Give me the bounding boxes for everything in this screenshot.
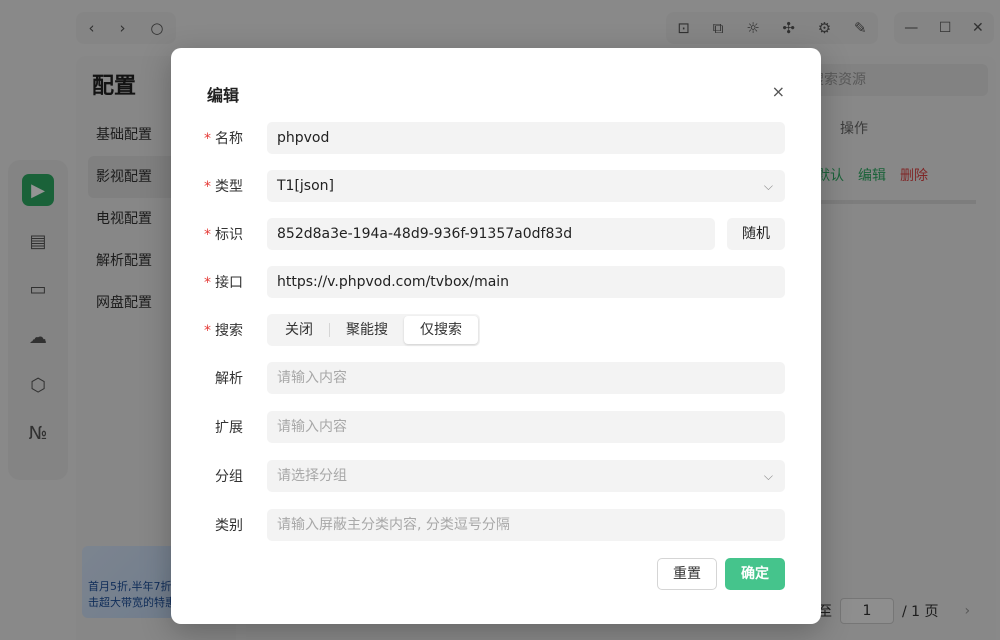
search-segmented: 关闭 聚能搜 仅搜索 xyxy=(267,314,480,346)
search-label: * 搜索 xyxy=(204,323,243,339)
row-api: * 接口 xyxy=(171,266,821,298)
search-option-only[interactable]: 仅搜索 xyxy=(404,316,478,344)
dialog-title: 编辑 xyxy=(207,86,240,105)
row-name: * 名称 xyxy=(171,122,821,154)
key-label: * 标识 xyxy=(204,227,243,243)
confirm-button[interactable]: 确定 xyxy=(725,558,785,590)
close-icon[interactable]: × xyxy=(772,82,785,101)
api-field[interactable] xyxy=(267,266,785,298)
api-label: * 接口 xyxy=(204,275,243,291)
group-label: 分组 xyxy=(215,469,243,485)
edit-dialog: 编辑 × *名称 *类型 T1[json] ⌵ *标识 随机 *接口 *搜索 关… xyxy=(171,48,821,624)
key-field[interactable] xyxy=(267,218,715,250)
name-label: * 名称 xyxy=(204,131,243,147)
row-group: 分组 请选择分组 ⌵ xyxy=(171,460,821,492)
parse-field[interactable] xyxy=(267,362,785,394)
row-search: * 搜索 关闭 聚能搜 仅搜索 xyxy=(171,314,821,346)
row-category: 类别 xyxy=(171,509,821,541)
search-option-off[interactable]: 关闭 xyxy=(269,316,329,344)
search-option-aggregate[interactable]: 聚能搜 xyxy=(330,316,404,344)
ext-field[interactable] xyxy=(267,411,785,443)
category-label: 类别 xyxy=(215,518,243,534)
chevron-down-icon: ⌵ xyxy=(763,469,773,483)
row-ext: 扩展 xyxy=(171,411,821,443)
reset-button[interactable]: 重置 xyxy=(657,558,717,590)
parse-label: 解析 xyxy=(215,371,243,387)
row-key: *标识 随机 xyxy=(171,218,821,250)
category-field[interactable] xyxy=(267,509,785,541)
group-placeholder: 请选择分组 xyxy=(277,468,347,484)
group-select[interactable]: 请选择分组 ⌵ xyxy=(267,460,785,492)
chevron-down-icon: ⌵ xyxy=(763,179,773,193)
random-button[interactable]: 随机 xyxy=(727,218,785,250)
row-type: * 类型 T1[json] ⌵ xyxy=(171,170,821,202)
name-field[interactable] xyxy=(267,122,785,154)
type-select[interactable]: T1[json] ⌵ xyxy=(267,170,785,202)
type-label: * 类型 xyxy=(204,179,243,195)
ext-label: 扩展 xyxy=(215,420,243,436)
row-parse: 解析 xyxy=(171,362,821,394)
type-value: T1[json] xyxy=(277,178,335,194)
